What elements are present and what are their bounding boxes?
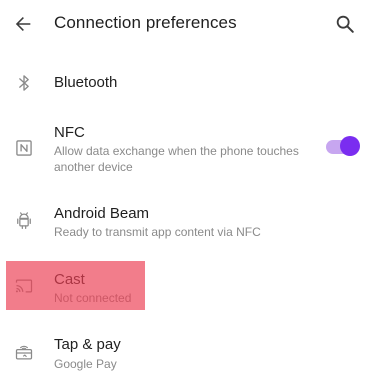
tap-pay-label: Tap & pay <box>54 336 121 353</box>
page-title: Connection preferences <box>54 13 237 32</box>
cast-label: Cast <box>54 271 85 288</box>
android-beam-summary: Ready to transmit app content via NFC <box>54 225 261 239</box>
cast-icon <box>12 274 36 298</box>
arrow-back-icon <box>15 17 31 31</box>
tap-pay-item[interactable]: Tap & pay Google Pay <box>0 328 372 376</box>
nfc-summary-line1: Allow data exchange when the phone touch… <box>54 144 299 158</box>
nfc-icon <box>12 136 36 160</box>
nfc-item[interactable]: NFC Allow data exchange when the phone t… <box>0 118 372 174</box>
toggle-thumb <box>340 136 360 156</box>
search-button[interactable] <box>330 9 360 39</box>
android-beam-icon <box>12 208 36 232</box>
android-beam-label: Android Beam <box>54 205 150 222</box>
app-bar: Connection preferences <box>0 0 372 50</box>
bluetooth-icon <box>12 71 36 95</box>
back-button[interactable] <box>8 9 38 39</box>
search-icon <box>336 15 354 33</box>
nfc-toggle[interactable] <box>326 136 360 158</box>
tap-pay-icon <box>12 341 36 365</box>
tap-pay-summary: Google Pay <box>54 357 117 371</box>
cast-item[interactable]: Cast Not connected <box>0 262 372 308</box>
nfc-summary-line2: another device <box>54 160 133 174</box>
nfc-label: NFC <box>54 124 85 141</box>
android-beam-item[interactable]: Android Beam Ready to transmit app conte… <box>0 196 372 242</box>
bluetooth-label: Bluetooth <box>54 74 118 91</box>
cast-summary: Not connected <box>54 291 132 305</box>
bluetooth-item[interactable]: Bluetooth <box>0 62 372 104</box>
